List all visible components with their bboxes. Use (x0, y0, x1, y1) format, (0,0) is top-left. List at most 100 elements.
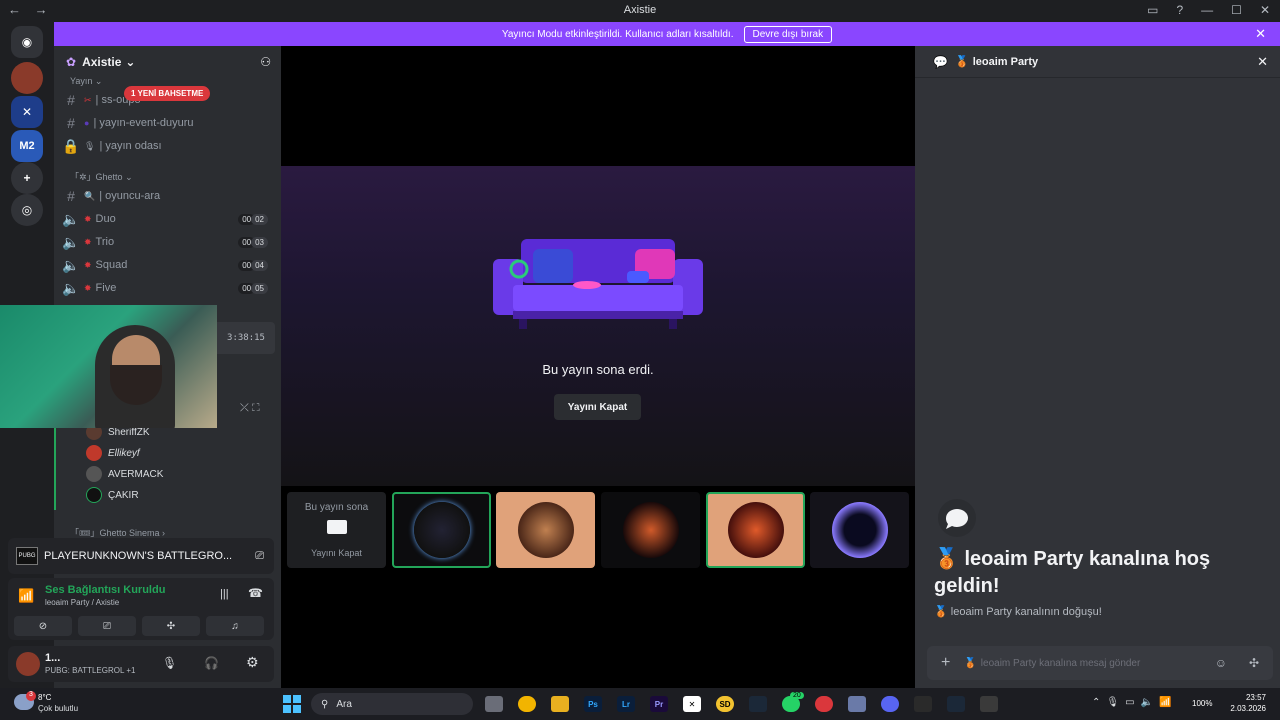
file-explorer-icon[interactable] (551, 696, 569, 712)
clock-date[interactable]: 2.03.2026 (1214, 704, 1266, 713)
close-stream-button[interactable]: Yayını Kapat (554, 394, 641, 420)
weather-badge: 3 (26, 691, 36, 701)
streamdeck-icon[interactable]: SD (716, 696, 734, 712)
server-name: Axistie (82, 55, 122, 69)
camera-button[interactable]: ⊘ (14, 616, 72, 636)
message-input[interactable]: leoaim Party kanalına mesaj gönder (981, 658, 1141, 669)
taskbar-search[interactable]: ⚲ Ara (311, 693, 473, 715)
app-icon[interactable] (980, 696, 998, 712)
settings-gear-icon[interactable]: ⚙ (246, 654, 259, 671)
new-mention-badge[interactable]: 1 YENİ BAHSETME (124, 86, 211, 101)
lightroom-icon[interactable]: Lr (617, 696, 635, 712)
voice-channel-squad[interactable]: 🔈 ✸ Squad 00 04 (62, 254, 274, 276)
voice-icons: ⤫ ⛶ (240, 402, 260, 414)
participant-tile[interactable] (392, 492, 491, 568)
add-attachment-icon[interactable]: + (941, 654, 950, 672)
share-screen-button[interactable]: ⎚ (78, 616, 136, 636)
participant-tile[interactable] (706, 492, 805, 568)
minimize-icon[interactable]: — (1201, 3, 1213, 17)
empty-couch-illustration (493, 239, 703, 329)
photoshop-icon[interactable]: Ps (584, 696, 602, 712)
voice-channel-five[interactable]: 🔈 ✸ Five 00 05 (62, 277, 274, 299)
task-view-icon[interactable] (485, 696, 503, 712)
search-app-icon[interactable] (815, 696, 833, 712)
participant-tile-stream[interactable]: Bu yayın sona Yayını Kapat (287, 492, 386, 568)
add-server-icon[interactable]: + (11, 162, 43, 194)
lock-icon: 🔒 (62, 137, 80, 154)
disconnect-icon[interactable]: ☎ (248, 586, 263, 600)
close-window-icon[interactable]: ✕ (1260, 3, 1270, 17)
soundboard-button[interactable]: ♫ (206, 616, 264, 636)
chrome-icon[interactable] (518, 696, 536, 712)
search-icon: ⚲ (321, 698, 329, 710)
game-activity-panel[interactable]: PUBG PLAYERUNKNOWN'S BATTLEGRO... ⎚ (8, 538, 274, 574)
user-name: 1... (45, 652, 61, 664)
signal-icon[interactable]: 📶 (18, 588, 34, 604)
steam-taskbar-icon[interactable] (947, 696, 965, 712)
medal-icon: 🥉 (964, 657, 977, 669)
noise-suppression-icon[interactable]: ||| (220, 588, 229, 600)
member-item[interactable]: ÇAKIR (86, 485, 139, 505)
calculator-icon[interactable] (848, 696, 866, 712)
category-ghetto[interactable]: 「✲」Ghetto ⌄ (70, 170, 133, 183)
emoji-icon[interactable]: ☺ (1215, 656, 1227, 670)
voice-channel-trio[interactable]: 🔈 ✸ Trio 00 03 (62, 231, 274, 253)
tile-close-button[interactable]: Yayını Kapat (287, 548, 386, 558)
game-title: PLAYERUNKNOWN'S BATTLEGRO... (44, 550, 233, 562)
channel-yayin-odasi[interactable]: 🔒 🎙 | yayın odası (62, 135, 274, 157)
participant-tile[interactable] (810, 492, 909, 568)
close-chat-icon[interactable]: ✕ (1257, 54, 1268, 70)
discord-taskbar-icon[interactable] (881, 696, 899, 712)
apps-icon[interactable]: ✣ (1249, 656, 1259, 670)
help-icon[interactable]: ? (1176, 3, 1183, 17)
server-icon-axistie[interactable]: ✕ (11, 96, 43, 128)
voice-location[interactable]: leoaim Party / Axistie (45, 598, 119, 607)
speaker-icon: 🔈 (62, 256, 80, 273)
participant-tile[interactable] (601, 492, 700, 568)
channel-oyuncu-ara[interactable]: # 🔍 | oyuncu-ara (62, 185, 274, 207)
medal-icon: 🥉 (934, 606, 951, 618)
server-icon-1[interactable] (11, 62, 43, 94)
disable-streamer-mode-button[interactable]: Devre dışı bırak (743, 25, 833, 43)
inbox-icon[interactable]: ▭ (1147, 3, 1158, 17)
screen-share-icon[interactable]: ⎚ (255, 550, 264, 563)
voice-channel-duo[interactable]: 🔈 ✸ Duo 00 02 (62, 208, 274, 230)
capcut-icon[interactable]: ✕ (683, 696, 701, 712)
channel-yayin-event-duyuru[interactable]: # ● | yayın-event-duyuru (62, 112, 274, 134)
avatar (86, 487, 102, 503)
server-header[interactable]: ✿ Axistie ⌄ ⚇ (54, 46, 281, 78)
obs-icon[interactable] (914, 696, 932, 712)
close-banner-icon[interactable]: ✕ (1255, 26, 1266, 42)
speaker-icon: 🔈 (62, 210, 80, 227)
message-composer[interactable]: + 🥉 leoaim Party kanalına mesaj gönder ☺… (927, 646, 1273, 680)
headphones-icon[interactable]: 🎧 (204, 656, 219, 670)
server-badge-icon: ✿ (66, 55, 77, 69)
microphone-icon[interactable]: 🎙 (162, 656, 177, 670)
voice-status: Ses Bağlantısı Kuruldu (45, 584, 166, 596)
participant-avatar (831, 502, 888, 558)
chat-welcome-icon (938, 499, 976, 537)
member-item[interactable]: AVERMACK (86, 464, 163, 484)
maximize-icon[interactable]: ☐ (1231, 3, 1242, 17)
discord-home-icon[interactable]: ◉ (11, 26, 43, 58)
activities-button[interactable]: ✣ (142, 616, 200, 636)
premiere-icon[interactable]: Pr (650, 696, 668, 712)
user-avatar[interactable] (16, 652, 40, 676)
soundboard-icon: ♫ (231, 620, 239, 632)
windows-taskbar (0, 688, 1280, 720)
system-tray-icons[interactable]: ⌃🎙▭🔈📶 (1092, 697, 1177, 708)
voice-connection-panel: 📶 Ses Bağlantısı Kuruldu leoaim Party / … (8, 578, 274, 640)
chat-welcome-subtitle: 🥉 leoaim Party kanalının doğuşu! (934, 606, 1102, 618)
steam-icon[interactable] (749, 696, 767, 712)
taskbar-search-label: Ara (336, 698, 352, 710)
clock-time[interactable]: 23:57 (1226, 693, 1266, 702)
share-screen-icon: ⎚ (103, 620, 111, 632)
windows-start-icon[interactable] (283, 695, 301, 713)
invite-user-icon[interactable]: ⚇ (260, 55, 271, 69)
category-yayin[interactable]: Yayın ⌄ (70, 76, 102, 87)
participant-tile[interactable] (496, 492, 595, 568)
explore-icon[interactable]: ◎ (11, 194, 43, 226)
hash-icon: # (67, 188, 75, 204)
member-item[interactable]: Ellikeyf (86, 443, 140, 463)
server-icon-m2[interactable]: M2 (11, 130, 43, 162)
